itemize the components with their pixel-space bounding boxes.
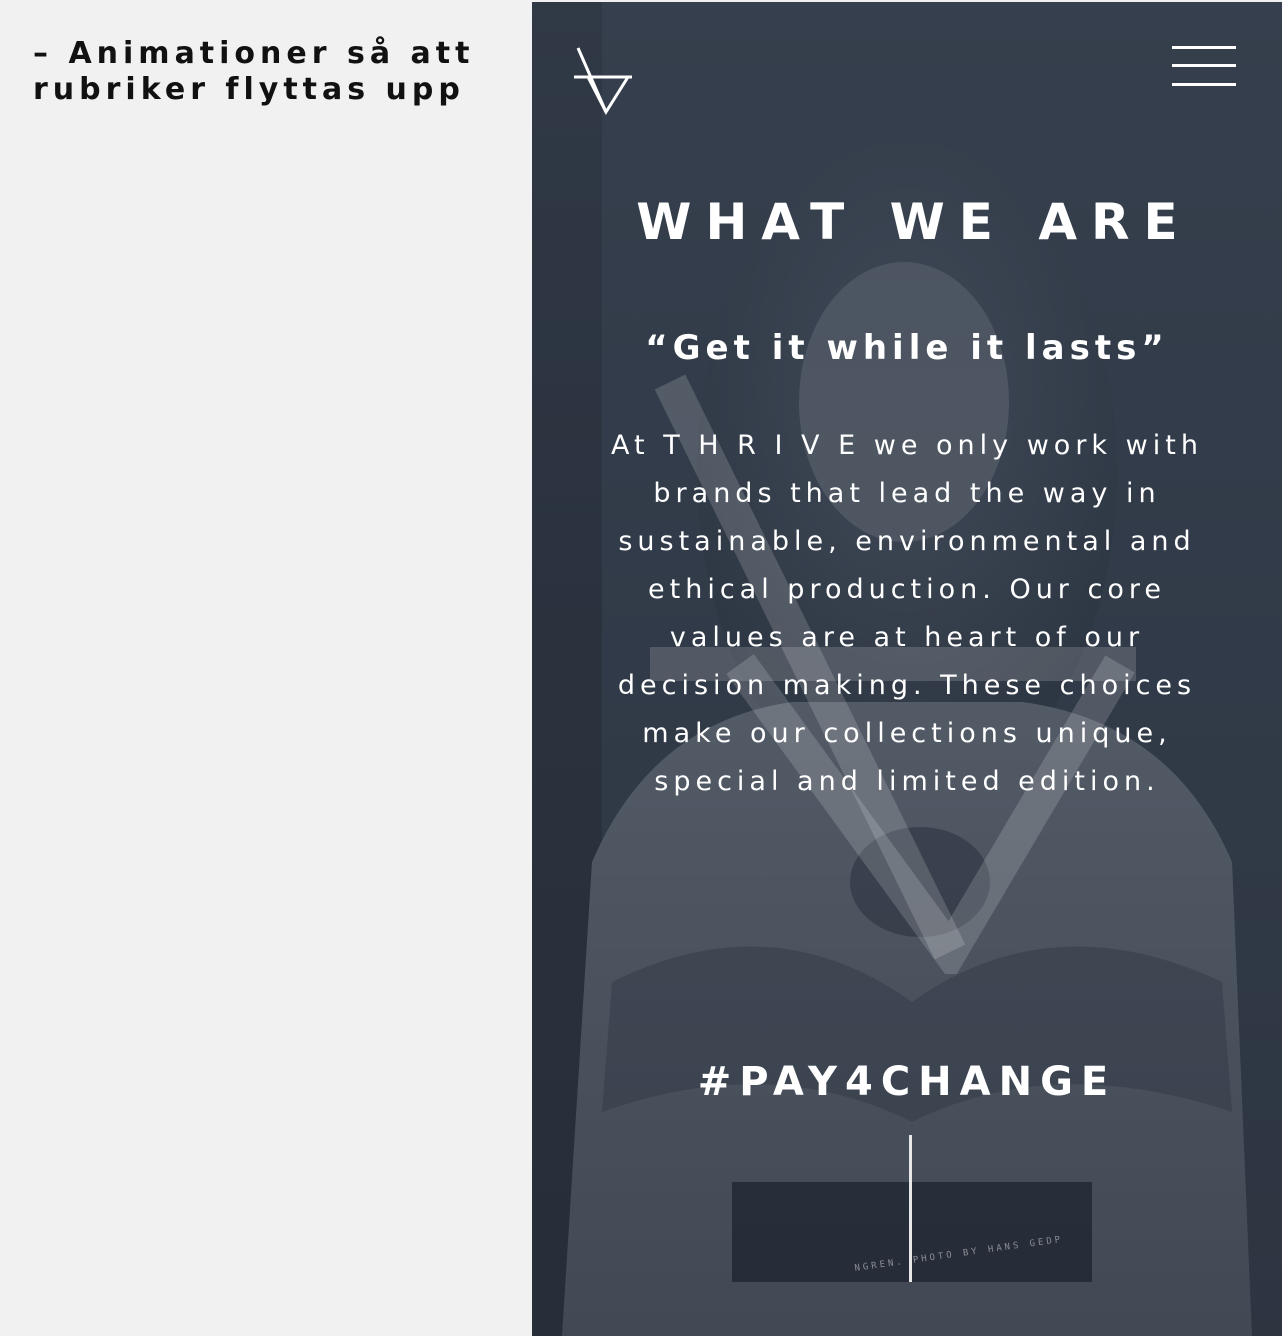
- hamburger-menu-icon[interactable]: [1172, 46, 1238, 88]
- mobile-screen: WHAT WE ARE “Get it while it lasts” At T…: [532, 2, 1282, 1336]
- menu-bar: [1172, 64, 1236, 67]
- section-body: At T H R I V E we only work with brands …: [611, 430, 1203, 797]
- menu-bar: [1172, 46, 1236, 49]
- section-quote: “Get it while it lasts”: [645, 328, 1169, 368]
- pay4change-link[interactable]: #PAY4CHANGE: [532, 1054, 1282, 1110]
- annotation-note: – Animationer så att rubriker flyttas up…: [33, 36, 475, 107]
- section-heading: WHAT WE ARE: [636, 193, 1192, 251]
- thrive-logo-icon[interactable]: [574, 46, 632, 116]
- menu-bar: [1172, 83, 1236, 86]
